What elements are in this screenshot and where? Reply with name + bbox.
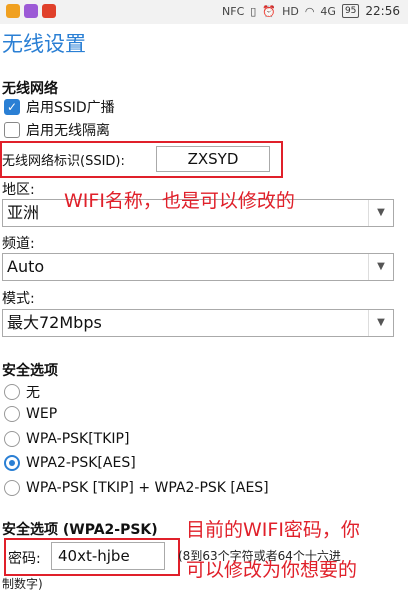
status-bar: NFC ▯ ⏰ HD ◠ 4G 95 22:56 (0, 0, 408, 24)
security-option-mixed[interactable]: WPA-PSK [TKIP] + WPA2-PSK [AES] (4, 480, 269, 496)
security-option-wpa-psk-tkip[interactable]: WPA-PSK[TKIP] (4, 431, 129, 447)
ssid-broadcast-checkbox[interactable]: ✓ (4, 99, 20, 115)
wifi-name-annotation: WIFI名称，也是可以修改的 (64, 190, 295, 212)
security-option-wep[interactable]: WEP (4, 406, 57, 422)
radio-button[interactable] (4, 480, 20, 496)
battery-icon: 95 (341, 4, 360, 18)
vibrate-icon: ▯ (250, 4, 257, 18)
security-option-label: WPA-PSK [TKIP] + WPA2-PSK [AES] (26, 480, 269, 496)
signal-icon: 4G (320, 4, 336, 18)
app-notification-icon (6, 4, 20, 18)
chevron-down-icon: ▼ (368, 310, 393, 336)
clock: 22:56 (365, 4, 400, 18)
wireless-isolation-label: 启用无线隔离 (26, 123, 110, 139)
security-option-none[interactable]: 无 (4, 382, 40, 402)
mode-value: 最大72Mbps (7, 313, 102, 332)
mode-select[interactable]: 最大72Mbps ▼ (2, 309, 394, 337)
ssid-broadcast-option[interactable]: ✓ 启用SSID广播 (4, 97, 115, 117)
channel-label: 频道: (2, 236, 35, 252)
channel-value: Auto (7, 257, 45, 276)
radio-button-selected[interactable] (4, 455, 20, 471)
security-option-label: WPA2-PSK[AES] (26, 455, 136, 471)
channel-select[interactable]: Auto ▼ (2, 253, 394, 281)
mode-label: 模式: (2, 291, 35, 307)
security-option-label: 无 (26, 385, 40, 401)
radio-button[interactable] (4, 406, 20, 422)
nfc-icon: NFC (222, 4, 245, 18)
password-label: 密码: (8, 551, 41, 567)
security-option-wpa2-psk-aes[interactable]: WPA2-PSK[AES] (4, 455, 136, 471)
security-option-label: WPA-PSK[TKIP] (26, 431, 130, 447)
password-annotation-line2: 可以修改为你想要的 (186, 559, 358, 581)
region-label: 地区: (2, 182, 35, 198)
wpa2-section-title: 安全选项 (WPA2-PSK) (2, 522, 158, 538)
wifi-icon: ◠ (304, 4, 315, 18)
region-value: 亚洲 (7, 203, 40, 222)
password-annotation-line1: 目前的WIFI密码，你 (186, 519, 360, 541)
ssid-broadcast-label: 启用SSID广播 (26, 100, 115, 116)
chevron-down-icon: ▼ (368, 200, 393, 226)
security-option-label: WEP (26, 406, 58, 422)
page-title: 无线设置 (2, 32, 86, 56)
hd-icon: HD (282, 4, 299, 18)
system-icons: NFC ▯ ⏰ HD ◠ 4G 95 22:56 (222, 4, 400, 18)
password-input[interactable]: 40xt-hjbe (51, 542, 165, 570)
wireless-section-title: 无线网络 (2, 81, 58, 97)
alarm-icon: ⏰ (262, 4, 277, 18)
security-section-title: 安全选项 (2, 363, 58, 379)
wireless-isolation-checkbox[interactable] (4, 122, 20, 138)
radio-button[interactable] (4, 431, 20, 447)
password-hint-continued: 制数字) (2, 577, 43, 591)
wireless-isolation-option[interactable]: 启用无线隔离 (4, 120, 110, 140)
notification-icons (6, 4, 56, 18)
chevron-down-icon: ▼ (368, 254, 393, 280)
ssid-input[interactable]: ZXSYD (156, 146, 270, 172)
radio-button[interactable] (4, 384, 20, 400)
ssid-label: 无线网络标识(SSID): (2, 154, 125, 169)
app-notification-icon (24, 4, 38, 18)
app-notification-icon (42, 4, 56, 18)
